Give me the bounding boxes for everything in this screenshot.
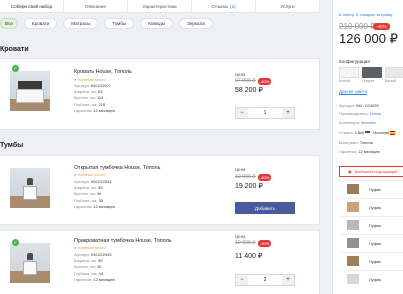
color-swatch-white[interactable] <box>339 67 359 78</box>
tab-services[interactable]: Услуги <box>256 0 320 12</box>
spain-flag-icon <box>390 131 396 135</box>
swatch-label: Белый <box>339 79 350 83</box>
product-specs: Артикул: КМ-022043 Ширина, см: 35 Высота… <box>74 179 115 209</box>
list-item[interactable]: Пуфик <box>339 198 403 215</box>
stock-status: ● Наличие много <box>74 77 106 82</box>
quantity-value[interactable]: 1 <box>248 108 282 118</box>
swatch-label: Графит <box>362 79 375 83</box>
list-item[interactable]: Пуфик <box>339 216 403 233</box>
reviews-count: (1) <box>230 3 236 9</box>
set-summary-panel: В набор: 5 товаров на сумму 210 000 ₽ -4… <box>332 0 403 294</box>
product-card: ✓ Прикроватная тумбочка House, Тополь ● … <box>0 230 320 294</box>
set-discount-badge: -40% <box>373 23 390 30</box>
product-name[interactable]: Прикроватная тумбочка House, Тополь <box>74 238 172 244</box>
product-tabs: Собери свой набор Описание Характеристик… <box>0 0 320 13</box>
item-thumbnail <box>347 274 359 284</box>
manufacturer-link[interactable]: House <box>370 111 382 116</box>
section-title-nightstands: Тумбы <box>0 142 24 149</box>
check-icon: ✓ <box>12 239 19 246</box>
other-colors-link[interactable]: Другие цвета <box>339 89 367 94</box>
product-name[interactable]: Открытая тумбочка House, Тополь <box>74 165 160 171</box>
section-title-beds: Кровати <box>0 46 29 53</box>
tab-description[interactable]: Описание <box>64 0 128 12</box>
collection-link[interactable]: Wooden <box>361 120 376 125</box>
tab-reviews[interactable]: Отзывы (1) <box>192 0 256 12</box>
price-label: Цена <box>235 234 246 239</box>
increase-button[interactable]: + <box>282 108 294 118</box>
old-price: 32 000 ₽ <box>235 174 256 180</box>
configuration-title: Конфигурация <box>339 59 370 64</box>
list-item[interactable]: Пуфик <box>339 270 403 287</box>
cart-icon: ▣ <box>348 169 352 174</box>
increase-button[interactable]: + <box>282 275 294 285</box>
discount-badge: -40% <box>258 78 272 85</box>
item-thumbnail <box>347 184 359 194</box>
add-button[interactable]: Добавить <box>235 202 295 214</box>
swatch-label: Белый <box>385 79 396 83</box>
color-swatch-white-2[interactable] <box>385 67 403 78</box>
color-swatch-graphite[interactable] <box>362 67 382 78</box>
quantity-stepper: − 1 + <box>235 107 295 119</box>
set-old-total: 210 000 ₽ <box>339 22 376 31</box>
attr-material: Материал: Тополь <box>339 140 373 145</box>
choose-matching-button[interactable]: ▣ Выберите подходящие <box>339 166 403 177</box>
item-thumbnail <box>347 220 359 230</box>
product-specs: Артикул: КМ-022ХХ Ширина, см: 63 Высота,… <box>74 83 115 113</box>
tab-specifications[interactable]: Характеристики <box>128 0 192 12</box>
attr-collection: Коллекция: Wooden <box>339 120 376 125</box>
chip-dressers[interactable]: Комоды <box>140 18 174 29</box>
product-card: Открытая тумбочка House, Тополь ● Наличи… <box>0 155 320 225</box>
attr-sku: Артикул: КМ - 024035 <box>339 103 379 108</box>
stock-status: ● Наличие много <box>74 245 106 250</box>
new-price: 58 200 ₽ <box>235 87 263 94</box>
product-image[interactable] <box>10 71 50 111</box>
product-name[interactable]: Кровать House, Тополь <box>74 69 132 75</box>
product-image[interactable] <box>10 168 50 208</box>
item-thumbnail <box>347 202 359 212</box>
item-thumbnail <box>347 256 359 266</box>
category-filter: Все Кровати Матрасы Тумбы Комоды Зеркала <box>0 18 213 29</box>
decrease-button[interactable]: − <box>236 275 248 285</box>
chip-nightstands[interactable]: Тумбы <box>104 18 135 29</box>
attr-warranty: Гарантия: 12 месяцев <box>339 149 380 154</box>
list-item[interactable]: Пуфик <box>339 252 403 269</box>
list-item[interactable]: Пуфик <box>339 234 403 251</box>
quantity-value[interactable]: 2 <box>248 275 282 285</box>
list-item[interactable]: Пуфик <box>339 180 403 197</box>
chip-mattresses[interactable]: Матрасы <box>63 18 99 29</box>
usa-flag-icon <box>365 131 371 135</box>
product-card: ✓ Кровать House, Тополь ● Наличие много … <box>0 58 320 130</box>
quantity-stepper: − 2 + <box>235 274 295 286</box>
new-price: 19 200 ₽ <box>235 183 263 190</box>
discount-badge: -40% <box>258 174 272 181</box>
set-items-count[interactable]: В набор: 5 товаров на сумму <box>339 12 393 17</box>
stock-status: ● Наличие много <box>74 172 106 177</box>
price-label: Цена <box>235 167 246 172</box>
old-price: 97 000 ₽ <box>235 78 256 84</box>
set-total-price: 126 000 ₽ <box>339 31 398 46</box>
attr-manufacturer: Производитель: House <box>339 111 382 116</box>
chip-all[interactable]: Все <box>0 18 18 29</box>
chip-beds[interactable]: Кровати <box>23 18 58 29</box>
product-set-page: Собери свой набор Описание Характеристик… <box>0 0 403 294</box>
chip-mirrors[interactable]: Зеркала <box>179 18 213 29</box>
check-icon: ✓ <box>12 65 19 72</box>
new-price: 11 400 ₽ <box>235 253 263 260</box>
price-label: Цена <box>235 72 246 77</box>
product-image[interactable] <box>10 243 50 283</box>
product-specs: Артикул: КМ-022433 Ширина, см: 39 Высота… <box>74 252 115 282</box>
tab-build-set[interactable]: Собери свой набор <box>0 0 64 12</box>
attr-country: Страна: США / Испания <box>339 130 396 135</box>
old-price: 19 000 ₽ <box>235 240 256 246</box>
decrease-button[interactable]: − <box>236 108 248 118</box>
item-thumbnail <box>347 238 359 248</box>
discount-badge: -40% <box>258 240 272 247</box>
